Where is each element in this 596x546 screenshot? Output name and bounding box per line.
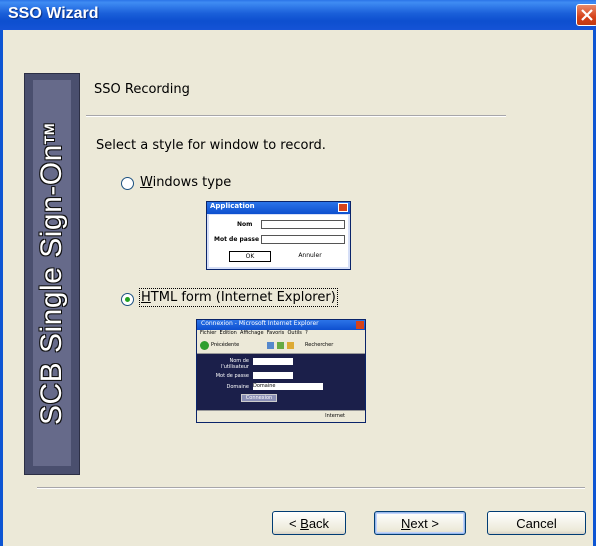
title-bar[interactable]: SSO Wizard	[0, 0, 596, 30]
preview-field1-box	[261, 220, 345, 229]
trademark-symbol: TM	[41, 122, 57, 145]
ie-menu-item: Outils	[287, 330, 302, 336]
ie-menu-item: Affichage	[240, 330, 264, 336]
preview-window-body: Nom Mot de passe OK Annuler	[209, 215, 348, 267]
window-frame-left	[0, 30, 3, 546]
ie-user-label: Nom de l'utilisateur	[221, 358, 249, 370]
ie-submit-button: Connexion	[241, 394, 277, 402]
preview-title-bar: Application	[207, 202, 350, 214]
preview-field2-box	[261, 235, 345, 244]
ie-home-icon	[267, 342, 274, 349]
preview-ok-button: OK	[229, 251, 271, 262]
ie-password-label: Mot de passe	[215, 373, 249, 379]
close-button[interactable]	[576, 4, 596, 26]
ie-title-bar: Connexion - Microsoft Internet Explorer	[197, 320, 365, 330]
ie-domain-select: Domaine	[253, 383, 323, 390]
cancel-button[interactable]: Cancel	[487, 511, 586, 535]
instruction-text: Select a style for window to record.	[96, 138, 326, 153]
close-icon	[581, 9, 593, 21]
ie-user-field	[253, 358, 293, 365]
ie-menu-bar: Fichier Edition Affichage Favoris Outils…	[197, 330, 365, 339]
preview-field2-label: Mot de passe	[214, 236, 260, 243]
product-banner: SCB Single Sign-OnTM	[24, 73, 80, 475]
ie-back-label: Précédente	[211, 342, 240, 348]
ie-favorites-icon	[287, 342, 294, 349]
ie-title: Connexion - Microsoft Internet Explorer	[201, 320, 319, 327]
cancel-button-label: Cancel	[516, 515, 557, 531]
ie-menu-item: Fichier	[200, 330, 217, 336]
ie-status-bar: Internet	[197, 410, 365, 422]
ie-menu-item: Edition	[219, 330, 237, 336]
html-form-label[interactable]: HTML form (Internet Explorer)	[139, 288, 338, 307]
header-divider	[86, 115, 506, 117]
ie-password-field	[253, 372, 293, 379]
ie-back-icon	[200, 341, 209, 350]
ie-domain-label: Domaine	[226, 384, 249, 390]
footer-divider	[37, 487, 585, 489]
ie-menu-item: Favoris	[266, 330, 285, 336]
windows-type-preview: Application Nom Mot de passe OK Annuler	[206, 201, 351, 270]
back-button[interactable]: < Back	[272, 511, 346, 535]
ie-refresh-icon	[277, 342, 284, 349]
ie-page-content: Nom de l'utilisateur Mot de passe Domain…	[197, 354, 365, 410]
next-button-label: Next >	[401, 515, 439, 531]
html-form-preview: Connexion - Microsoft Internet Explorer …	[196, 319, 366, 423]
preview-close-icon	[338, 203, 348, 212]
banner-product-name: SCB Single Sign-On	[35, 144, 68, 426]
window-title: SSO Wizard	[8, 5, 99, 22]
preview-field1-label: Nom	[237, 221, 253, 228]
back-button-label: < Back	[288, 515, 330, 531]
windows-type-label[interactable]: Windows type	[140, 175, 231, 190]
ie-zone-label: Internet	[325, 413, 345, 419]
windows-type-radio[interactable]	[121, 177, 134, 190]
preview-cancel-button: Annuler	[298, 252, 322, 259]
ie-search-label: Rechercher	[305, 342, 334, 348]
html-form-radio[interactable]	[121, 293, 134, 306]
next-button[interactable]: Next >	[374, 511, 466, 535]
ie-menu-item: ?	[305, 330, 308, 336]
ie-close-icon	[356, 321, 364, 329]
ie-toolbar: Précédente Rechercher	[197, 339, 365, 354]
banner-text: SCB Single Sign-OnTM	[35, 123, 69, 425]
step-title: SSO Recording	[94, 82, 190, 97]
